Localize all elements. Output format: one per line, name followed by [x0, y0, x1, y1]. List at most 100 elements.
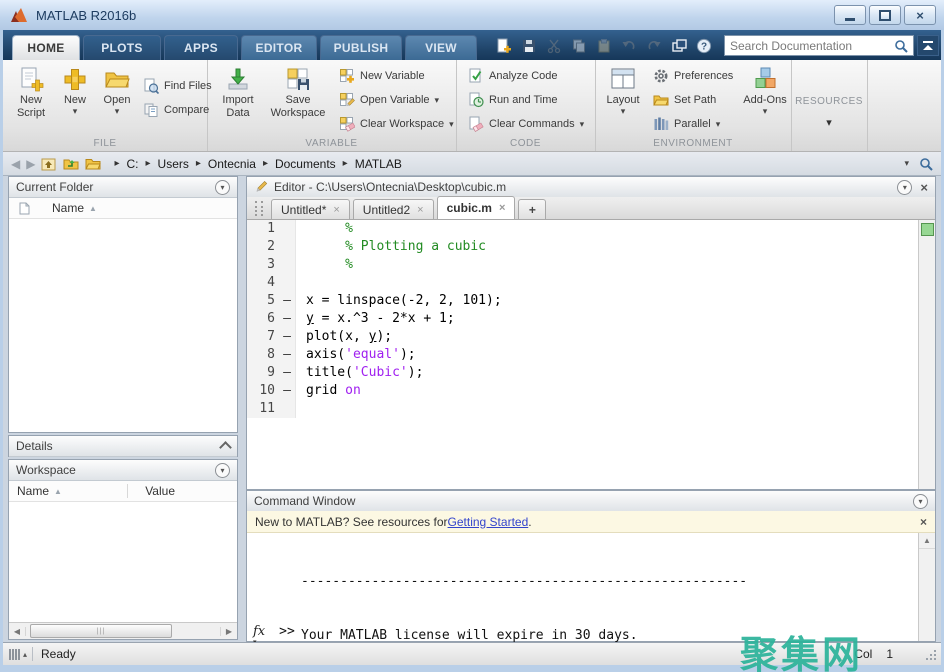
- ribbon-section-resources[interactable]: RESOURCES ▾: [791, 60, 868, 151]
- editor-vscrollbar[interactable]: [918, 220, 935, 489]
- command-window-header[interactable]: Command Window ▾: [247, 491, 935, 512]
- set-path-button[interactable]: Set Path: [653, 90, 716, 110]
- tab-untitled1[interactable]: Untitled* ×: [271, 199, 350, 219]
- search-icon[interactable]: [894, 39, 908, 53]
- find-files-button[interactable]: Find Files: [143, 76, 212, 96]
- tab-apps[interactable]: APPS: [164, 35, 238, 60]
- status-caret-icon[interactable]: ▴: [23, 650, 27, 659]
- maximize-button[interactable]: [869, 5, 901, 25]
- editor-close-icon[interactable]: ×: [920, 181, 928, 194]
- ws-name-column-label[interactable]: Name: [17, 484, 49, 498]
- clear-commands-button[interactable]: Clear Commands ▾: [468, 114, 584, 134]
- address-dropdown-caret[interactable]: ▾: [904, 159, 909, 168]
- crumb-users[interactable]: Users: [158, 157, 189, 171]
- cut-icon[interactable]: [546, 38, 562, 54]
- minimize-button[interactable]: [834, 5, 866, 25]
- tab-close-icon[interactable]: ×: [417, 204, 423, 216]
- new-variable-button[interactable]: New Variable: [339, 66, 425, 86]
- current-folder-header[interactable]: Current Folder ▾: [9, 177, 237, 198]
- back-button[interactable]: ◀: [11, 157, 20, 171]
- current-folder-menu-icon[interactable]: ▾: [215, 180, 230, 195]
- search-documentation-input[interactable]: Search Documentation: [724, 35, 914, 56]
- getting-started-link[interactable]: Getting Started: [448, 515, 529, 529]
- parallel-button[interactable]: Parallel ▾: [653, 114, 720, 134]
- compare-button[interactable]: Compare: [143, 100, 209, 120]
- forward-button[interactable]: ▶: [26, 157, 35, 171]
- name-column-label[interactable]: Name: [52, 201, 84, 215]
- tab-home[interactable]: HOME: [12, 35, 80, 60]
- tab-view[interactable]: VIEW: [405, 35, 477, 60]
- current-folder-column-header[interactable]: Name ▲: [9, 198, 237, 219]
- save-icon[interactable]: [521, 38, 537, 54]
- analyze-code-button[interactable]: Analyze Code: [468, 66, 558, 86]
- parallel-status-icon[interactable]: [9, 649, 20, 660]
- save-workspace-button[interactable]: Save Workspace: [265, 66, 331, 120]
- scroll-thumb[interactable]: |||: [30, 624, 172, 638]
- workspace-column-header[interactable]: Name ▲ Value: [9, 481, 237, 502]
- collapse-chevron-icon[interactable]: [219, 441, 232, 454]
- up-folder-icon[interactable]: [41, 157, 57, 171]
- code-line: 10–grid on: [247, 382, 935, 400]
- banner-close-icon[interactable]: ×: [920, 515, 927, 529]
- tab-bar-grip[interactable]: [255, 201, 263, 216]
- crumb-matlab[interactable]: MATLAB: [355, 157, 402, 171]
- editor-menu-icon[interactable]: ▾: [897, 180, 912, 195]
- new-variable-icon: [339, 68, 355, 84]
- crumb-drive[interactable]: C:: [127, 157, 139, 171]
- paste-icon[interactable]: [596, 38, 612, 54]
- add-ons-button[interactable]: Add-Ons ▾: [743, 66, 787, 116]
- crumb-user[interactable]: Ontecnia: [208, 157, 256, 171]
- undo-icon[interactable]: [621, 38, 637, 54]
- code-editor[interactable]: 1 % 2 % Plotting a cubic 3 % 4 5–x = lin…: [247, 220, 935, 489]
- copy-icon[interactable]: [571, 38, 587, 54]
- title-bar: MATLAB R2016b ×: [0, 0, 944, 30]
- folder-search-icon[interactable]: [919, 157, 933, 171]
- tab-close-icon[interactable]: ×: [333, 204, 339, 216]
- switch-windows-icon[interactable]: [671, 38, 687, 54]
- editor-header[interactable]: Editor - C:\Users\Ontecnia\Desktop\cubic…: [247, 177, 935, 198]
- workspace-header[interactable]: Workspace ▾: [9, 460, 237, 481]
- tab-close-icon[interactable]: ×: [499, 202, 505, 214]
- layout-button[interactable]: Layout ▾: [601, 66, 645, 116]
- new-tab-button[interactable]: +: [518, 199, 546, 219]
- new-button[interactable]: New ▾: [57, 66, 93, 116]
- scroll-left-icon[interactable]: ◀: [9, 627, 26, 636]
- code-line: 8–axis('equal');: [247, 346, 935, 364]
- run-and-time-button[interactable]: Run and Time: [468, 90, 557, 110]
- workspace-menu-icon[interactable]: ▾: [215, 463, 230, 478]
- close-button[interactable]: ×: [904, 5, 936, 25]
- command-window-vscrollbar[interactable]: ▲: [918, 533, 935, 641]
- scroll-right-icon[interactable]: ▶: [220, 627, 237, 636]
- help-icon[interactable]: ?: [696, 38, 712, 54]
- ws-value-column-label[interactable]: Value: [145, 484, 175, 498]
- fx-icon[interactable]: fx▾: [253, 624, 265, 639]
- tab-publish[interactable]: PUBLISH: [320, 35, 402, 60]
- tab-untitled2[interactable]: Untitled2 ×: [353, 199, 434, 219]
- details-header[interactable]: Details: [9, 436, 237, 457]
- preferences-button[interactable]: Preferences: [653, 66, 733, 86]
- tab-cubic-m[interactable]: cubic.m ×: [437, 196, 516, 219]
- command-window-menu-icon[interactable]: ▾: [913, 494, 928, 509]
- code-line: 2 % Plotting a cubic: [247, 238, 935, 256]
- clear-workspace-button[interactable]: Clear Workspace ▾: [339, 114, 454, 134]
- browse-folder-icon[interactable]: [63, 157, 79, 171]
- variable-section-label: VARIABLE: [207, 138, 456, 149]
- import-data-button[interactable]: Import Data: [215, 66, 261, 120]
- command-prompt[interactable]: >>: [279, 624, 295, 639]
- command-prompt-row[interactable]: fx▾ >>: [253, 624, 295, 639]
- code-analyzer-indicator[interactable]: [921, 223, 934, 236]
- scroll-up-icon[interactable]: ▲: [919, 533, 935, 549]
- open-variable-button[interactable]: Open Variable ▾: [339, 90, 439, 110]
- ribbon-section-code: Analyze Code Run and Time Clear Commands…: [456, 60, 596, 151]
- new-script-button[interactable]: New Script: [9, 66, 53, 120]
- tab-plots[interactable]: PLOTS: [83, 35, 161, 60]
- workspace-hscrollbar[interactable]: ◀ ||| ▶: [9, 622, 237, 639]
- minimize-ribbon-button[interactable]: [917, 35, 939, 56]
- tab-editor[interactable]: EDITOR: [241, 35, 317, 60]
- new-file-icon[interactable]: [496, 38, 512, 54]
- crumb-documents[interactable]: Documents: [275, 157, 336, 171]
- environment-section-label: ENVIRONMENT: [595, 138, 791, 149]
- resize-grip[interactable]: [934, 658, 936, 660]
- redo-icon[interactable]: [646, 38, 662, 54]
- open-button[interactable]: Open ▾: [97, 66, 137, 116]
